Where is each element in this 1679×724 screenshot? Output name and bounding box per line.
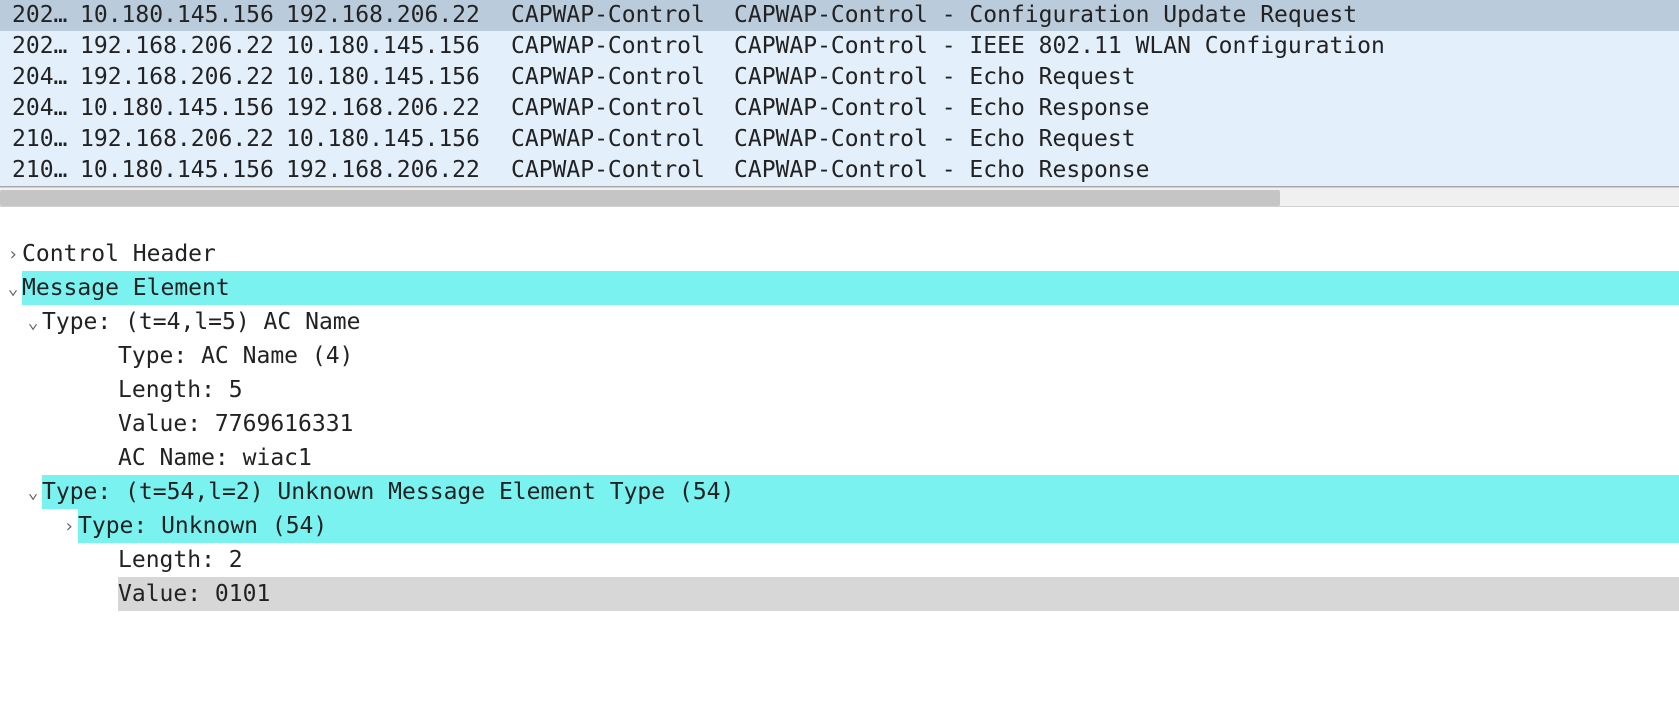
packet-destination: 10.180.145.156 xyxy=(286,31,511,62)
packet-time: 2025… xyxy=(12,31,80,62)
packet-row[interactable]: 2025…192.168.206.2210.180.145.156CAPWAP-… xyxy=(0,31,1679,62)
packet-protocol: CAPWAP-Control xyxy=(511,31,734,62)
horizontal-scrollbar[interactable] xyxy=(0,187,1679,207)
packet-destination: 192.168.206.22 xyxy=(286,0,511,31)
chevron-down-icon[interactable]: ⌄ xyxy=(24,475,42,509)
tree-label: Type: (t=4,l=5) AC Name xyxy=(42,305,1679,339)
chevron-right-icon[interactable]: › xyxy=(4,237,22,271)
tree-label: Length: 5 xyxy=(118,373,1679,407)
packet-info: CAPWAP-Control - Echo Response xyxy=(734,155,1667,186)
packet-info: CAPWAP-Control - Echo Response xyxy=(734,93,1667,124)
tree-row[interactable]: ⌄Type: (t=54,l=2) Unknown Message Elemen… xyxy=(0,475,1679,509)
chevron-down-icon[interactable]: ⌄ xyxy=(4,271,22,305)
tree-toggle-empty xyxy=(100,458,118,459)
tree-row[interactable]: ›Control Header xyxy=(0,237,1679,271)
packet-source: 10.180.145.156 xyxy=(80,93,286,124)
tree-label: Value: 0101 xyxy=(118,577,1679,611)
chevron-right-icon[interactable]: › xyxy=(60,509,78,543)
packet-destination: 192.168.206.22 xyxy=(286,93,511,124)
packet-protocol: CAPWAP-Control xyxy=(511,93,734,124)
packet-row[interactable]: 2025…10.180.145.156192.168.206.22CAPWAP-… xyxy=(0,0,1679,31)
tree-label: Type: (t=54,l=2) Unknown Message Element… xyxy=(42,475,1679,509)
packet-row[interactable]: 2101…10.180.145.156192.168.206.22CAPWAP-… xyxy=(0,155,1679,186)
tree-row[interactable]: Value: 7769616331 xyxy=(0,407,1679,441)
packet-protocol: CAPWAP-Control xyxy=(511,124,734,155)
tree-row[interactable]: AC Name: wiac1 xyxy=(0,441,1679,475)
tree-label: Value: 7769616331 xyxy=(118,407,1679,441)
packet-list[interactable]: 2025…10.180.145.156192.168.206.22CAPWAP-… xyxy=(0,0,1679,187)
packet-time: 2041… xyxy=(12,62,80,93)
packet-details-tree[interactable]: ›Control Header⌄Message Element⌄Type: (t… xyxy=(0,237,1679,611)
tree-row[interactable]: Value: 0101 xyxy=(0,577,1679,611)
packet-destination: 10.180.145.156 xyxy=(286,62,511,93)
tree-label: Length: 2 xyxy=(118,543,1679,577)
packet-row[interactable]: 2041…192.168.206.2210.180.145.156CAPWAP-… xyxy=(0,62,1679,93)
tree-toggle-empty xyxy=(100,356,118,357)
packet-time: 2025… xyxy=(12,0,80,31)
tree-row[interactable]: ⌄Type: (t=4,l=5) AC Name xyxy=(0,305,1679,339)
chevron-down-icon[interactable]: ⌄ xyxy=(24,305,42,339)
tree-row[interactable]: Length: 5 xyxy=(0,373,1679,407)
tree-label: Type: AC Name (4) xyxy=(118,339,1679,373)
packet-info: CAPWAP-Control - Echo Request xyxy=(734,124,1667,155)
packet-time: 2101… xyxy=(12,124,80,155)
packet-row[interactable]: 2041…10.180.145.156192.168.206.22CAPWAP-… xyxy=(0,93,1679,124)
tree-toggle-empty xyxy=(100,424,118,425)
tree-label: Control Header xyxy=(22,237,1679,271)
packet-protocol: CAPWAP-Control xyxy=(511,155,734,186)
pane-divider[interactable] xyxy=(0,207,1679,237)
packet-protocol: CAPWAP-Control xyxy=(511,0,734,31)
tree-row[interactable]: ⌄Message Element xyxy=(0,271,1679,305)
packet-info: CAPWAP-Control - Echo Request xyxy=(734,62,1667,93)
packet-destination: 10.180.145.156 xyxy=(286,124,511,155)
packet-source: 192.168.206.22 xyxy=(80,31,286,62)
tree-toggle-empty xyxy=(100,560,118,561)
tree-toggle-empty xyxy=(100,390,118,391)
packet-info: CAPWAP-Control - IEEE 802.11 WLAN Config… xyxy=(734,31,1667,62)
tree-label: Type: Unknown (54) xyxy=(78,509,1679,543)
packet-source: 10.180.145.156 xyxy=(80,0,286,31)
packet-row[interactable]: 2101…192.168.206.2210.180.145.156CAPWAP-… xyxy=(0,124,1679,155)
packet-source: 192.168.206.22 xyxy=(80,62,286,93)
packet-source: 10.180.145.156 xyxy=(80,155,286,186)
tree-row[interactable]: Length: 2 xyxy=(0,543,1679,577)
packet-info: CAPWAP-Control - Configuration Update Re… xyxy=(734,0,1667,31)
tree-label: Message Element xyxy=(22,271,1679,305)
tree-row[interactable]: Type: AC Name (4) xyxy=(0,339,1679,373)
tree-label: AC Name: wiac1 xyxy=(118,441,1679,475)
packet-destination: 192.168.206.22 xyxy=(286,155,511,186)
packet-time: 2041… xyxy=(12,93,80,124)
scrollbar-thumb[interactable] xyxy=(0,190,1280,206)
packet-protocol: CAPWAP-Control xyxy=(511,62,734,93)
tree-row[interactable]: ›Type: Unknown (54) xyxy=(0,509,1679,543)
packet-time: 2101… xyxy=(12,155,80,186)
packet-source: 192.168.206.22 xyxy=(80,124,286,155)
tree-toggle-empty xyxy=(100,594,118,595)
